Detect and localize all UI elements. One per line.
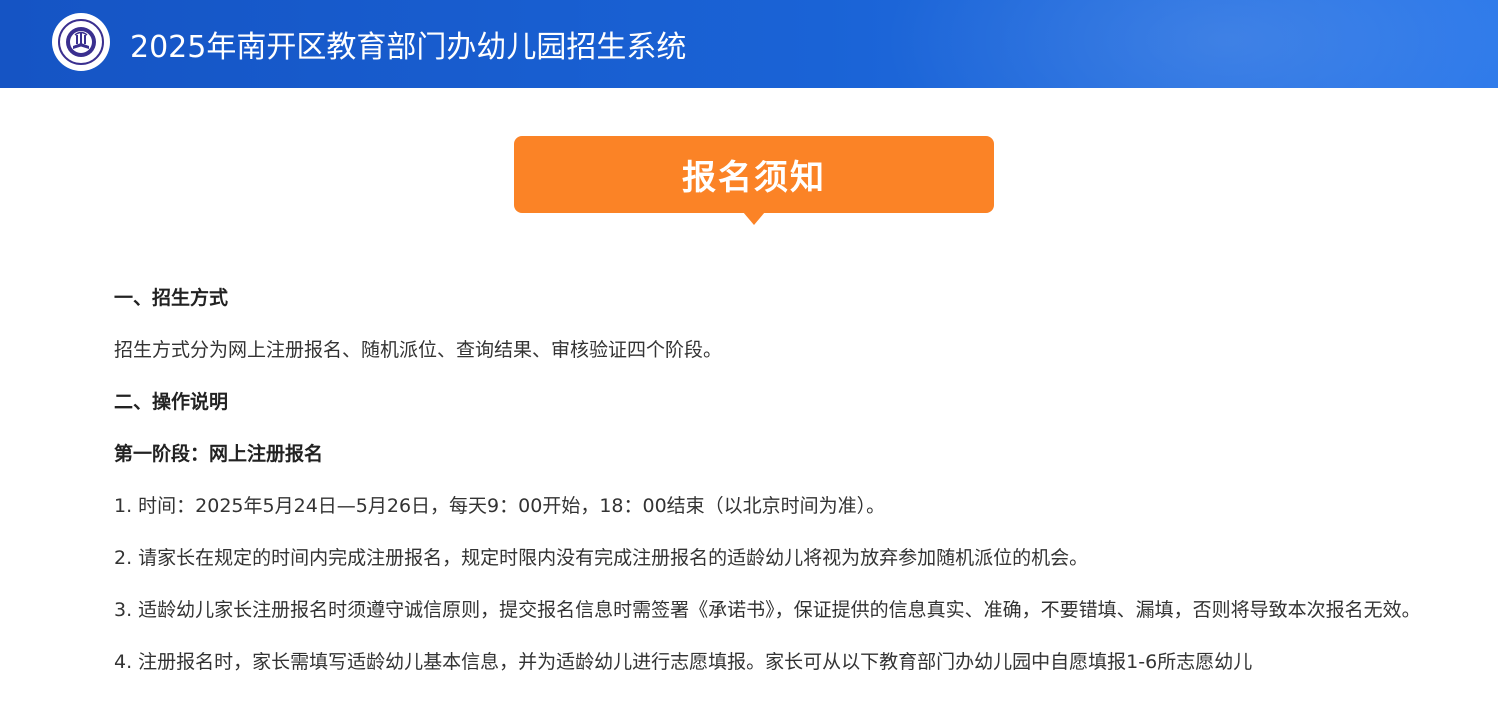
section-heading: 第一阶段：网上注册报名 (114, 443, 324, 465)
app-header: 2025年南开区教育部门办幼儿园招生系统 (0, 0, 1498, 88)
notice-paragraph: 招生方式分为网上注册报名、随机派位、查询结果、审核验证四个阶段。 (114, 339, 723, 361)
site-title: 2025年南开区教育部门办幼儿园招生系统 (130, 30, 687, 65)
notice-paragraph: 4. 注册报名时，家长需填写适龄幼儿基本信息，并为适龄幼儿进行志愿填报。家长可从… (114, 651, 1253, 673)
notice-paragraph: 1. 时间：2025年5月24日—5月26日，每天9：00开始，18：00结束（… (114, 495, 886, 517)
section-heading: 一、招生方式 (114, 287, 229, 309)
notice-paragraph: 3. 适龄幼儿家长注册报名时须遵守诚信原则，提交报名信息时需签署《承诺书》，保证… (114, 599, 1421, 621)
notice-content: 一、招生方式招生方式分为网上注册报名、随机派位、查询结果、审核验证四个阶段。 二、… (82, 272, 1422, 688)
notice-paragraph: 2. 请家长在规定的时间内完成注册报名，规定时限内没有完成注册报名的适龄幼儿将视… (114, 547, 1089, 569)
header-glow (878, 0, 1498, 88)
notice-title-banner: 报名须知 (514, 136, 994, 213)
school-emblem-icon[interactable] (52, 13, 110, 71)
notice-title: 报名须知 (682, 158, 826, 198)
section-heading: 二、操作说明 (114, 391, 229, 413)
emblem-ring (58, 19, 104, 65)
emblem-book-icon (66, 27, 96, 57)
notice-banner-pointer (743, 212, 765, 225)
